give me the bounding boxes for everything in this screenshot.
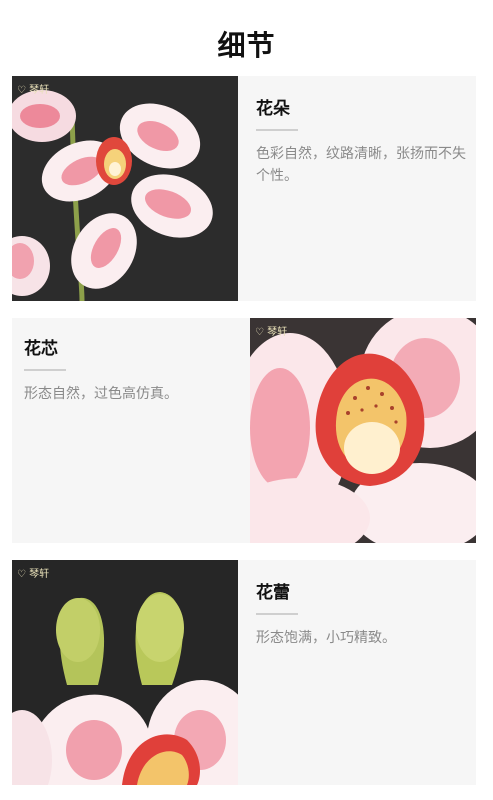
bud-heading: 花蕾 xyxy=(256,583,290,603)
bud-photo: ♡ 琴轩 xyxy=(12,560,238,785)
detail-card-flower: ♡ 琴轩 花朵 色彩自然，纹路清晰，张扬而不失个性。 xyxy=(12,76,476,301)
bud-description: 形态饱满，小巧精致。 xyxy=(256,630,396,646)
brand-logo: ♡ 琴轩 xyxy=(17,569,50,580)
center-photo: ♡ 琴轩 xyxy=(250,318,476,543)
center-heading: 花芯 xyxy=(24,339,58,359)
detail-card-center: 花芯 形态自然，过色高仿真。 ♡ 琴轩 xyxy=(12,318,476,543)
brand-logo: ♡ 琴轩 xyxy=(17,85,50,96)
center-description: 形态自然，过色高仿真。 xyxy=(24,386,178,402)
heading-underline xyxy=(256,613,298,615)
center-text: 花芯 形态自然，过色高仿真。 xyxy=(24,334,234,405)
page-title: 细节 xyxy=(217,29,276,62)
flower-text: 花朵 色彩自然，纹路清晰，张扬而不失个性。 xyxy=(256,94,468,187)
heading-underline xyxy=(256,129,298,131)
flower-heading: 花朵 xyxy=(256,99,290,119)
flower-description: 色彩自然，纹路清晰，张扬而不失个性。 xyxy=(256,146,466,184)
detail-card-bud: ♡ 琴轩 花蕾 形态饱满，小巧精致。 xyxy=(12,560,476,785)
bud-text: 花蕾 形态饱满，小巧精致。 xyxy=(256,578,468,649)
flower-photo: ♡ 琴轩 xyxy=(12,76,238,301)
heading-underline xyxy=(24,369,66,371)
brand-logo: ♡ 琴轩 xyxy=(255,327,288,338)
